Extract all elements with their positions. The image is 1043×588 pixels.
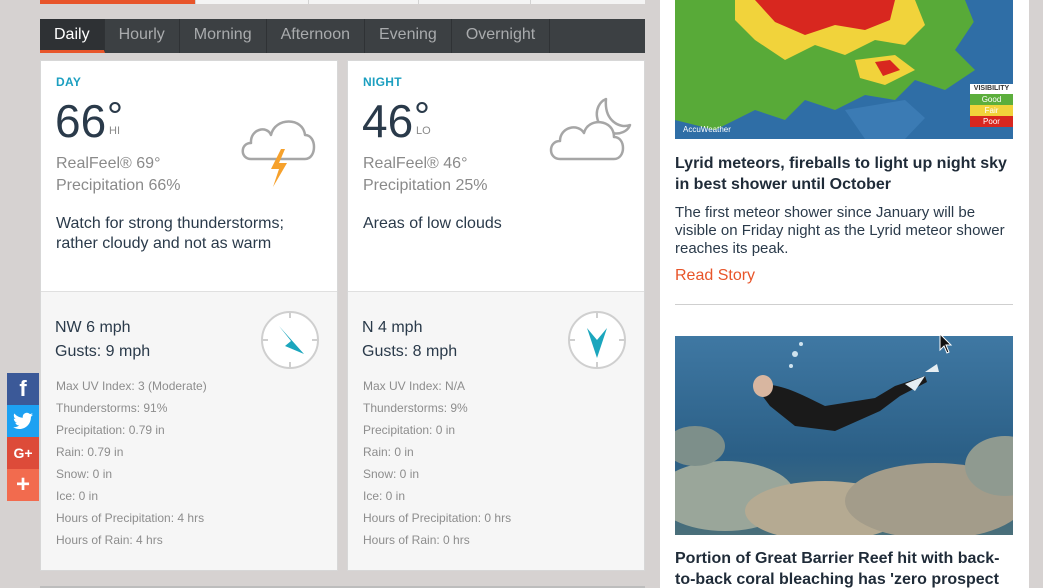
twitter-icon[interactable] (7, 405, 39, 437)
day-summary: DAY 66 ° HI RealFeel® 69° Precipitation … (41, 61, 337, 291)
tab-daily[interactable]: Daily (40, 19, 105, 53)
tab-afternoon[interactable]: Afternoon (267, 19, 365, 53)
night-realfeel: RealFeel® 46° (363, 155, 468, 172)
night-lo-label: LO (416, 125, 431, 137)
day-details-list: Max UV Index: 3 (Moderate) Thunderstorms… (56, 378, 207, 554)
diver-reef-graphic (675, 336, 1013, 535)
article-title-reef[interactable]: Portion of Great Barrier Reef hit with b… (675, 548, 1013, 588)
detail-rain: Rain: 0 in (363, 445, 414, 459)
night-temperature: 46 (362, 95, 414, 147)
social-share-bar: f G+ + (7, 373, 39, 501)
detail-rain: Rain: 0.79 in (56, 445, 124, 459)
detail-thunderstorms: Thunderstorms: 91% (56, 401, 168, 415)
detail-hours-rain: Hours of Rain: 0 hrs (363, 533, 470, 547)
legend-good: Good (970, 94, 1013, 105)
detail-ice: Ice: 0 in (56, 489, 99, 503)
day-label: DAY (56, 75, 82, 89)
top-active-indicator (40, 0, 195, 4)
detail-ice: Ice: 0 in (363, 489, 406, 503)
legend-title: VISIBILITY (970, 84, 1013, 94)
map-logo: AccuWeather (683, 125, 731, 134)
day-phrase: Watch for strong thunderstorms; rather c… (56, 215, 284, 252)
detail-snow: Snow: 0 in (56, 467, 113, 481)
day-forecast-card: DAY 66 ° HI RealFeel® 69° Precipitation … (40, 60, 338, 571)
detail-thunderstorms: Thunderstorms: 9% (363, 401, 468, 415)
night-gusts: Gusts: 8 mph (362, 343, 458, 360)
visibility-legend: VISIBILITY Good Fair Poor (970, 84, 1013, 127)
day-wind: NW 6 mph (55, 319, 131, 336)
day-details: NW 6 mph Gusts: 9 mph Max UV Index: 3 (M… (41, 291, 337, 570)
detail-precipitation: Precipitation: 0.79 in (56, 423, 165, 437)
detail-precipitation: Precipitation: 0 in (363, 423, 456, 437)
day-temperature: 66 (55, 95, 107, 147)
detail-snow: Snow: 0 in (363, 467, 420, 481)
article-divider (675, 304, 1013, 305)
night-details-list: Max UV Index: N/A Thunderstorms: 9% Prec… (363, 378, 511, 554)
cloudy-moon-icon (549, 97, 632, 161)
day-hi-label: HI (109, 125, 120, 137)
detail-hours-precipitation: Hours of Precipitation: 4 hrs (56, 511, 205, 525)
day-wind-compass-icon (261, 311, 319, 369)
night-phrase: Areas of low clouds (363, 215, 502, 232)
read-story-link[interactable]: Read Story (675, 267, 755, 285)
tab-evening[interactable]: Evening (365, 19, 452, 53)
night-details: N 4 mph Gusts: 8 mph Max UV Index: N/A T… (348, 291, 644, 570)
detail-uv: Max UV Index: 3 (Moderate) (56, 379, 207, 393)
night-wind-compass-icon (568, 311, 626, 369)
tab-overnight[interactable]: Overnight (452, 19, 551, 53)
article-title-lyrid[interactable]: Lyrid meteors, fireballs to light up nig… (675, 153, 1013, 195)
day-precipitation: Precipitation 66% (56, 177, 181, 194)
night-wind: N 4 mph (362, 319, 423, 336)
day-realfeel: RealFeel® 69° (56, 155, 161, 172)
article-summary-lyrid: The first meteor shower since January wi… (675, 204, 1005, 257)
night-precipitation: Precipitation 25% (363, 177, 488, 194)
top-tab-strip (40, 0, 645, 4)
more-share-icon[interactable]: + (7, 469, 39, 501)
detail-hours-precipitation: Hours of Precipitation: 0 hrs (363, 511, 512, 525)
mouse-cursor-icon (939, 333, 953, 354)
us-map-graphic (675, 0, 1013, 139)
day-gusts: Gusts: 9 mph (55, 343, 151, 360)
thunderstorm-icon (241, 120, 316, 187)
legend-poor: Poor (970, 116, 1013, 127)
news-sidebar: AccuWeather VISIBILITY Good Fair Poor Ly… (660, 0, 1029, 588)
night-summary: NIGHT 46 ° LO RealFeel® 46° Precipitatio… (348, 61, 644, 291)
facebook-icon[interactable]: f (7, 373, 39, 405)
google-plus-icon[interactable]: G+ (7, 437, 39, 469)
visibility-map-image[interactable]: AccuWeather VISIBILITY Good Fair Poor (675, 0, 1013, 139)
tab-hourly[interactable]: Hourly (105, 19, 180, 53)
coral-reef-photo[interactable] (675, 336, 1013, 535)
forecast-column: Daily Hourly Morning Afternoon Evening O… (40, 0, 645, 588)
night-forecast-card: NIGHT 46 ° LO RealFeel® 46° Precipitatio… (347, 60, 645, 571)
legend-fair: Fair (970, 105, 1013, 116)
night-label: NIGHT (363, 75, 402, 89)
forecast-tabs: Daily Hourly Morning Afternoon Evening O… (40, 19, 645, 53)
detail-uv: Max UV Index: N/A (363, 379, 466, 393)
detail-hours-rain: Hours of Rain: 4 hrs (56, 533, 163, 547)
tab-morning[interactable]: Morning (180, 19, 267, 53)
